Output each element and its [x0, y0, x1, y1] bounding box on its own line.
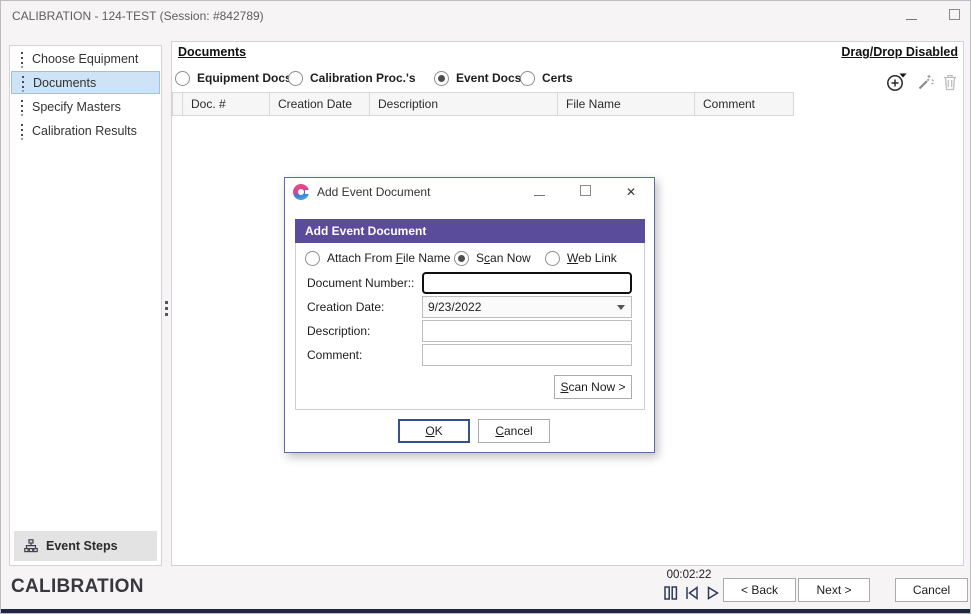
minimize-button[interactable] — [906, 9, 917, 23]
sidebar-item-label: Documents — [33, 76, 96, 90]
document-number-label: Document Number:: — [307, 272, 414, 294]
back-button[interactable]: < Back — [723, 578, 796, 602]
add-circle-icon — [886, 71, 908, 92]
creation-date-combo[interactable] — [422, 296, 632, 318]
radio-selected-icon — [434, 71, 449, 86]
sidebar-item-label: Specify Masters — [32, 100, 121, 114]
maximize-icon — [580, 185, 591, 196]
radio-label: Certs — [542, 71, 573, 85]
title-bar: CALIBRATION - 124-TEST (Session: #842789… — [1, 1, 970, 31]
radio-icon — [288, 71, 303, 86]
comment-input[interactable] — [422, 344, 632, 366]
radio-label: Event Docs — [456, 71, 521, 85]
grip-dots-icon — [21, 57, 23, 59]
step-sidebar: Choose Equipment Documents Specify Maste… — [9, 45, 162, 566]
table-header-spacer — [172, 92, 183, 116]
add-document-button[interactable] — [886, 71, 908, 95]
dialog-cancel-button[interactable]: Cancel — [478, 419, 550, 443]
maximize-icon — [949, 9, 960, 20]
play-icon[interactable] — [705, 585, 721, 601]
radio-scan-now[interactable]: Scan Now — [454, 250, 531, 266]
sidebar-item-specify-masters[interactable]: Specify Masters — [11, 95, 160, 118]
minimize-icon — [534, 195, 545, 196]
magic-wand-icon — [916, 73, 934, 91]
comment-label: Comment: — [307, 344, 362, 366]
dialog-window-controls: ✕ — [516, 178, 654, 205]
table-header-comment[interactable]: Comment — [695, 92, 794, 116]
documents-header: Documents — [178, 45, 246, 59]
trash-icon — [942, 73, 958, 91]
radio-label: Equipment Docs — [197, 71, 292, 85]
dialog-title: Add Event Document — [317, 185, 430, 199]
radio-label: Calibration Proc.'s — [310, 71, 416, 85]
radio-icon — [305, 251, 320, 266]
app-logo-icon — [293, 184, 309, 200]
description-label: Description: — [307, 320, 370, 342]
window-controls — [906, 1, 960, 31]
transport-controls — [663, 585, 721, 601]
delete-document-button[interactable] — [942, 73, 958, 94]
dialog-close-button[interactable]: ✕ — [608, 185, 654, 199]
sidebar-item-choose-equipment[interactable]: Choose Equipment — [11, 47, 160, 70]
scan-now-button[interactable]: Scan Now > — [554, 375, 632, 399]
description-input[interactable] — [422, 320, 632, 342]
document-number-input[interactable] — [422, 272, 632, 294]
radio-event-docs[interactable]: Event Docs — [434, 69, 521, 87]
event-steps-button[interactable]: Event Steps — [14, 531, 157, 561]
table-header-doc-number[interactable]: Doc. # — [183, 92, 270, 116]
add-event-document-dialog: Add Event Document ✕ Add Event Document … — [284, 177, 655, 453]
radio-calibration-procs[interactable]: Calibration Proc.'s — [288, 69, 416, 87]
dialog-section-header: Add Event Document — [295, 219, 645, 243]
pause-icon[interactable] — [663, 585, 679, 601]
footer-cancel-button[interactable]: Cancel — [895, 578, 968, 602]
application-window: CALIBRATION - 124-TEST (Session: #842789… — [0, 0, 971, 614]
window-title: CALIBRATION - 124-TEST (Session: #842789… — [12, 9, 264, 23]
creation-date-input[interactable] — [422, 296, 632, 318]
documents-table-header: Doc. # Creation Date Description File Na… — [172, 92, 794, 116]
radio-web-link[interactable]: Web Link — [545, 250, 617, 266]
event-steps-label: Event Steps — [46, 539, 118, 553]
radio-icon — [545, 251, 560, 266]
maximize-button[interactable] — [949, 9, 960, 23]
radio-selected-icon — [454, 251, 469, 266]
dragdrop-toggle-link[interactable]: Drag/Drop Disabled — [841, 45, 958, 59]
skip-to-start-icon[interactable] — [684, 585, 700, 601]
radio-label: Web Link — [567, 251, 617, 265]
radio-equipment-docs[interactable]: Equipment Docs — [175, 69, 292, 87]
radio-certs[interactable]: Certs — [520, 69, 573, 87]
radio-icon — [520, 71, 535, 86]
dialog-maximize-button[interactable] — [562, 185, 608, 199]
table-header-creation-date[interactable]: Creation Date — [270, 92, 370, 116]
org-chart-icon — [24, 539, 38, 553]
dialog-minimize-button[interactable] — [516, 185, 562, 199]
sidebar-item-label: Calibration Results — [32, 124, 137, 138]
grip-dots-icon — [21, 129, 23, 131]
sidebar-item-calibration-results[interactable]: Calibration Results — [11, 119, 160, 142]
sidebar-item-documents[interactable]: Documents — [11, 71, 160, 94]
panel-splitter[interactable] — [163, 295, 169, 321]
grip-dots-icon — [22, 81, 24, 83]
minimize-icon — [906, 19, 917, 20]
table-header-description[interactable]: Description — [370, 92, 558, 116]
taskbar-edge — [1, 609, 970, 613]
scan-wand-button[interactable] — [916, 73, 934, 94]
footer-title: CALIBRATION — [11, 576, 144, 598]
creation-date-label: Creation Date: — [307, 296, 384, 318]
ok-button[interactable]: OK — [398, 419, 470, 443]
session-timer: 00:02:22 — [655, 569, 723, 581]
sidebar-item-label: Choose Equipment — [32, 52, 138, 66]
radio-attach-from-file[interactable]: Attach From File Name — [305, 250, 450, 266]
next-button[interactable]: Next > — [798, 578, 870, 602]
radio-icon — [175, 71, 190, 86]
table-header-file-name[interactable]: File Name — [558, 92, 695, 116]
radio-label: Attach From File Name — [327, 251, 450, 265]
grip-dots-icon — [21, 105, 23, 107]
radio-label: Scan Now — [476, 251, 531, 265]
